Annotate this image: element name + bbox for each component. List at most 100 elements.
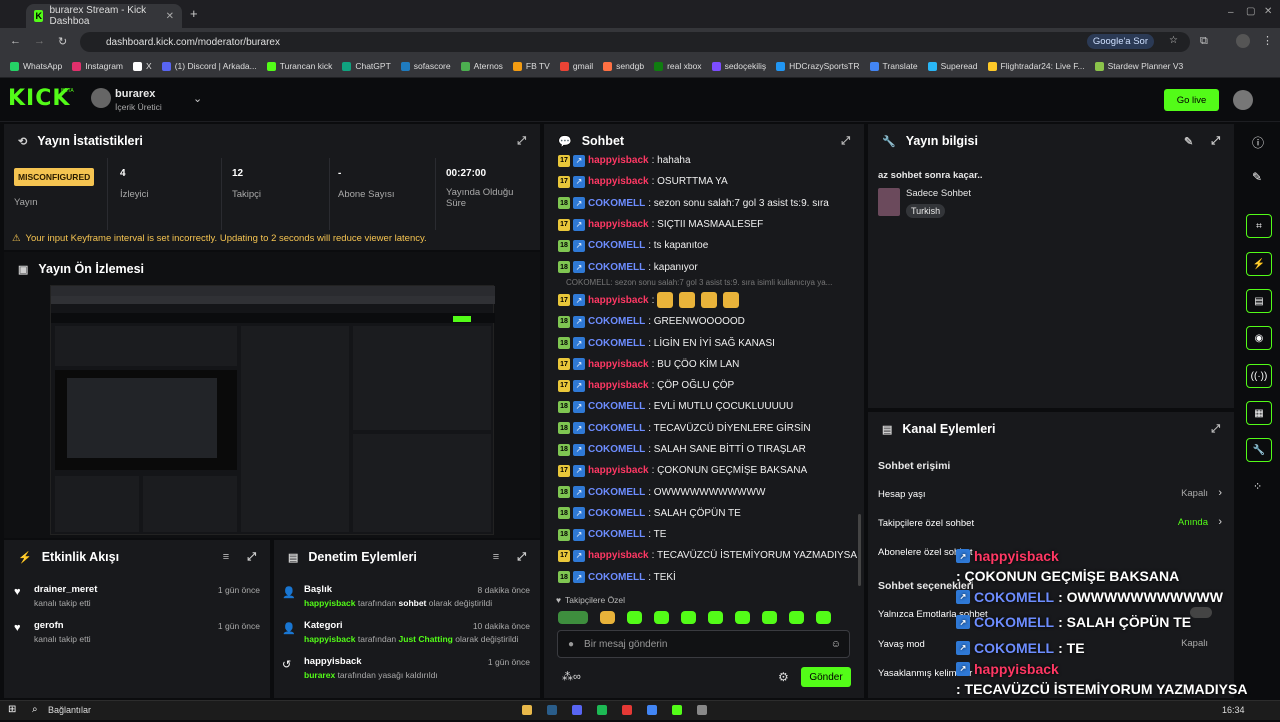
bookmark-item[interactable]: (1) Discord | Arkada... xyxy=(162,61,257,71)
xbox-icon[interactable] xyxy=(672,705,682,715)
chat-message[interactable]: 17↗happyisback: hahaha xyxy=(544,150,860,171)
chat-message[interactable]: 18↗COKOMELL: SALAH ÇÖPÜN TE xyxy=(544,503,860,524)
new-tab-icon[interactable]: + xyxy=(190,6,198,21)
emoji-icon[interactable]: ☺ xyxy=(831,639,841,650)
search-icon[interactable]: ⌕ xyxy=(32,704,38,715)
chat-username[interactable]: COKOMELL xyxy=(588,401,645,412)
bookmark-item[interactable]: FB TV xyxy=(513,61,550,71)
avatar[interactable] xyxy=(91,88,111,108)
bookmark-item[interactable]: Flightradar24: Live F... xyxy=(988,61,1085,71)
chat-message[interactable]: 17↗happyisback: ÇÖP OĞLU ÇÖP xyxy=(544,375,860,396)
chat-username[interactable]: COKOMELL xyxy=(588,198,645,209)
filter-icon[interactable]: ≡ xyxy=(223,551,229,563)
wrench-icon[interactable]: 🔧 xyxy=(1246,438,1272,462)
setting-row-account-age[interactable]: Hesap yaşı Kapalı › xyxy=(878,488,1222,500)
chat-username[interactable]: COKOMELL xyxy=(588,423,645,434)
chat-username[interactable]: happyisback xyxy=(588,295,649,306)
bookmark-star-icon[interactable]: ☆ xyxy=(1169,35,1178,46)
bookmark-item[interactable]: X xyxy=(133,61,152,71)
bookmark-item[interactable]: sendgb xyxy=(603,61,644,71)
close-window-icon[interactable]: ✕ xyxy=(1264,6,1272,17)
gear-icon[interactable]: ⚙ xyxy=(778,670,789,684)
chat-message-list[interactable]: 17↗happyisback: hahaha17↗happyisback: OS… xyxy=(544,150,860,590)
mod-user[interactable]: happyisback xyxy=(304,634,356,644)
spotify-icon[interactable] xyxy=(597,705,607,715)
maximize-icon[interactable]: ▢ xyxy=(1246,6,1255,17)
chat-username[interactable]: COKOMELL xyxy=(588,487,645,498)
minimize-icon[interactable]: – xyxy=(1228,7,1234,18)
emote-option-icon[interactable] xyxy=(789,611,804,624)
bookmark-item[interactable]: Aternos xyxy=(461,61,503,71)
popout-icon[interactable]: ⤢ xyxy=(841,135,850,148)
broadcast-icon[interactable]: ((·)) xyxy=(1246,364,1272,388)
chat-username[interactable]: COKOMELL xyxy=(588,316,645,327)
chat-bubble-icon[interactable]: ◉ xyxy=(1246,326,1272,350)
mod-user[interactable]: happyisback xyxy=(304,598,356,608)
chat-message[interactable]: 18↗COKOMELL: SALAH SANE BİTTİ O TIRAŞLAR xyxy=(544,439,860,460)
bookmark-item[interactable]: Instagram xyxy=(72,61,123,71)
file-explorer-icon[interactable] xyxy=(522,705,532,715)
chat-message[interactable]: 18↗COKOMELL: LİGİN EN İYİ SAĞ KANASI xyxy=(544,332,860,353)
chat-message[interactable]: 18↗COKOMELL: TECAVÜZCÜ DİYENLERE GİRSİN xyxy=(544,418,860,439)
filter-icon[interactable]: ≡ xyxy=(493,551,499,563)
chat-username[interactable]: COKOMELL xyxy=(588,572,645,583)
chat-username[interactable]: COKOMELL xyxy=(588,240,645,251)
category-name[interactable]: Sadece Sohbet xyxy=(906,188,971,199)
bookmark-item[interactable]: HDCrazySportsTR xyxy=(776,61,859,71)
edit-icon[interactable]: ✎ xyxy=(1184,135,1193,148)
menu-icon[interactable]: ⋮ xyxy=(1262,34,1273,47)
chevron-down-icon[interactable]: ⌄ xyxy=(193,92,202,105)
bookmark-item[interactable]: sofascore xyxy=(401,61,451,71)
send-button[interactable]: Gönder xyxy=(801,667,851,687)
chat-message[interactable]: 17↗happyisback: BU ÇÖO KİM LAN xyxy=(544,354,860,375)
chat-message[interactable]: 17↗happyisback: ÇOKONUN GEÇMİŞE BAKSANA xyxy=(544,460,860,481)
popout-icon[interactable]: ⤢ xyxy=(1211,135,1220,148)
bookmark-item[interactable]: WhatsApp xyxy=(10,61,62,71)
emote-option-icon[interactable] xyxy=(681,611,696,624)
emote-option-icon[interactable] xyxy=(600,611,615,624)
bookmark-item[interactable]: ChatGPT xyxy=(342,61,390,71)
chat-username[interactable]: happyisback xyxy=(588,155,649,166)
chat-username[interactable]: happyisback xyxy=(588,465,649,476)
bookmark-item[interactable]: Translate xyxy=(870,61,918,71)
chat-username[interactable]: COKOMELL xyxy=(588,338,645,349)
emote-option-icon[interactable] xyxy=(558,611,588,624)
steam-icon[interactable] xyxy=(547,705,557,715)
chat-message[interactable]: 18↗COKOMELL: kapanıyor xyxy=(544,256,860,277)
chat-username[interactable]: COKOMELL xyxy=(588,529,645,540)
chat-message[interactable]: 17↗happyisback: xyxy=(544,290,860,311)
chat-message[interactable]: 18↗COKOMELL: sezon sonu salah:7 gol 3 as… xyxy=(544,193,860,214)
chat-message[interactable]: 17↗happyisback: OSURTTMA YA xyxy=(544,171,860,192)
qr-icon[interactable]: ⌗ xyxy=(1246,214,1272,238)
discord-icon[interactable] xyxy=(572,705,582,715)
chat-username[interactable]: COKOMELL xyxy=(588,444,645,455)
chat-message[interactable]: 18↗COKOMELL: ts kapanıtoe xyxy=(544,235,860,256)
chat-username[interactable]: happyisback xyxy=(588,359,649,370)
popout-icon[interactable]: ⤢ xyxy=(1211,423,1220,436)
chat-username[interactable]: COKOMELL xyxy=(588,508,645,519)
layers-icon[interactable]: ▦ xyxy=(1246,401,1272,425)
youtube-icon[interactable] xyxy=(622,705,632,715)
profile-avatar[interactable] xyxy=(1236,34,1250,48)
mod-user[interactable]: burarex xyxy=(304,670,335,680)
emote-option-icon[interactable] xyxy=(816,611,831,624)
bookmark-item[interactable]: Turancan kick xyxy=(267,61,333,71)
url-input[interactable]: dashboard.kick.com/moderator/burarex Goo… xyxy=(80,32,1190,52)
browser-tab[interactable]: K burarex Stream - Kick Dashboa ✕ xyxy=(26,4,182,28)
chat-username[interactable]: happyisback xyxy=(588,176,649,187)
popout-icon[interactable]: ⤢ xyxy=(517,551,526,564)
back-icon[interactable]: ← xyxy=(10,35,21,47)
chat-scrollbar[interactable] xyxy=(858,514,861,586)
emote-option-icon[interactable] xyxy=(735,611,750,624)
links-icon[interactable]: ⁂∞ xyxy=(562,670,581,683)
google-ask-button[interactable]: Google'a Sor xyxy=(1087,34,1154,49)
bookmark-item[interactable]: real xbox xyxy=(654,61,702,71)
user-avatar[interactable] xyxy=(1233,90,1253,110)
chat-username[interactable]: happyisback xyxy=(588,380,649,391)
edit-icon[interactable]: ✎ xyxy=(1252,170,1262,184)
popout-icon[interactable]: ⤢ xyxy=(247,551,256,564)
apps-icon[interactable]: ⁘ xyxy=(1253,480,1262,493)
chat-input[interactable]: ● Bir mesaj gönderin ☺ xyxy=(557,630,850,658)
document-icon[interactable]: ▤ xyxy=(1246,289,1272,313)
reload-icon[interactable]: ↻ xyxy=(58,35,67,48)
